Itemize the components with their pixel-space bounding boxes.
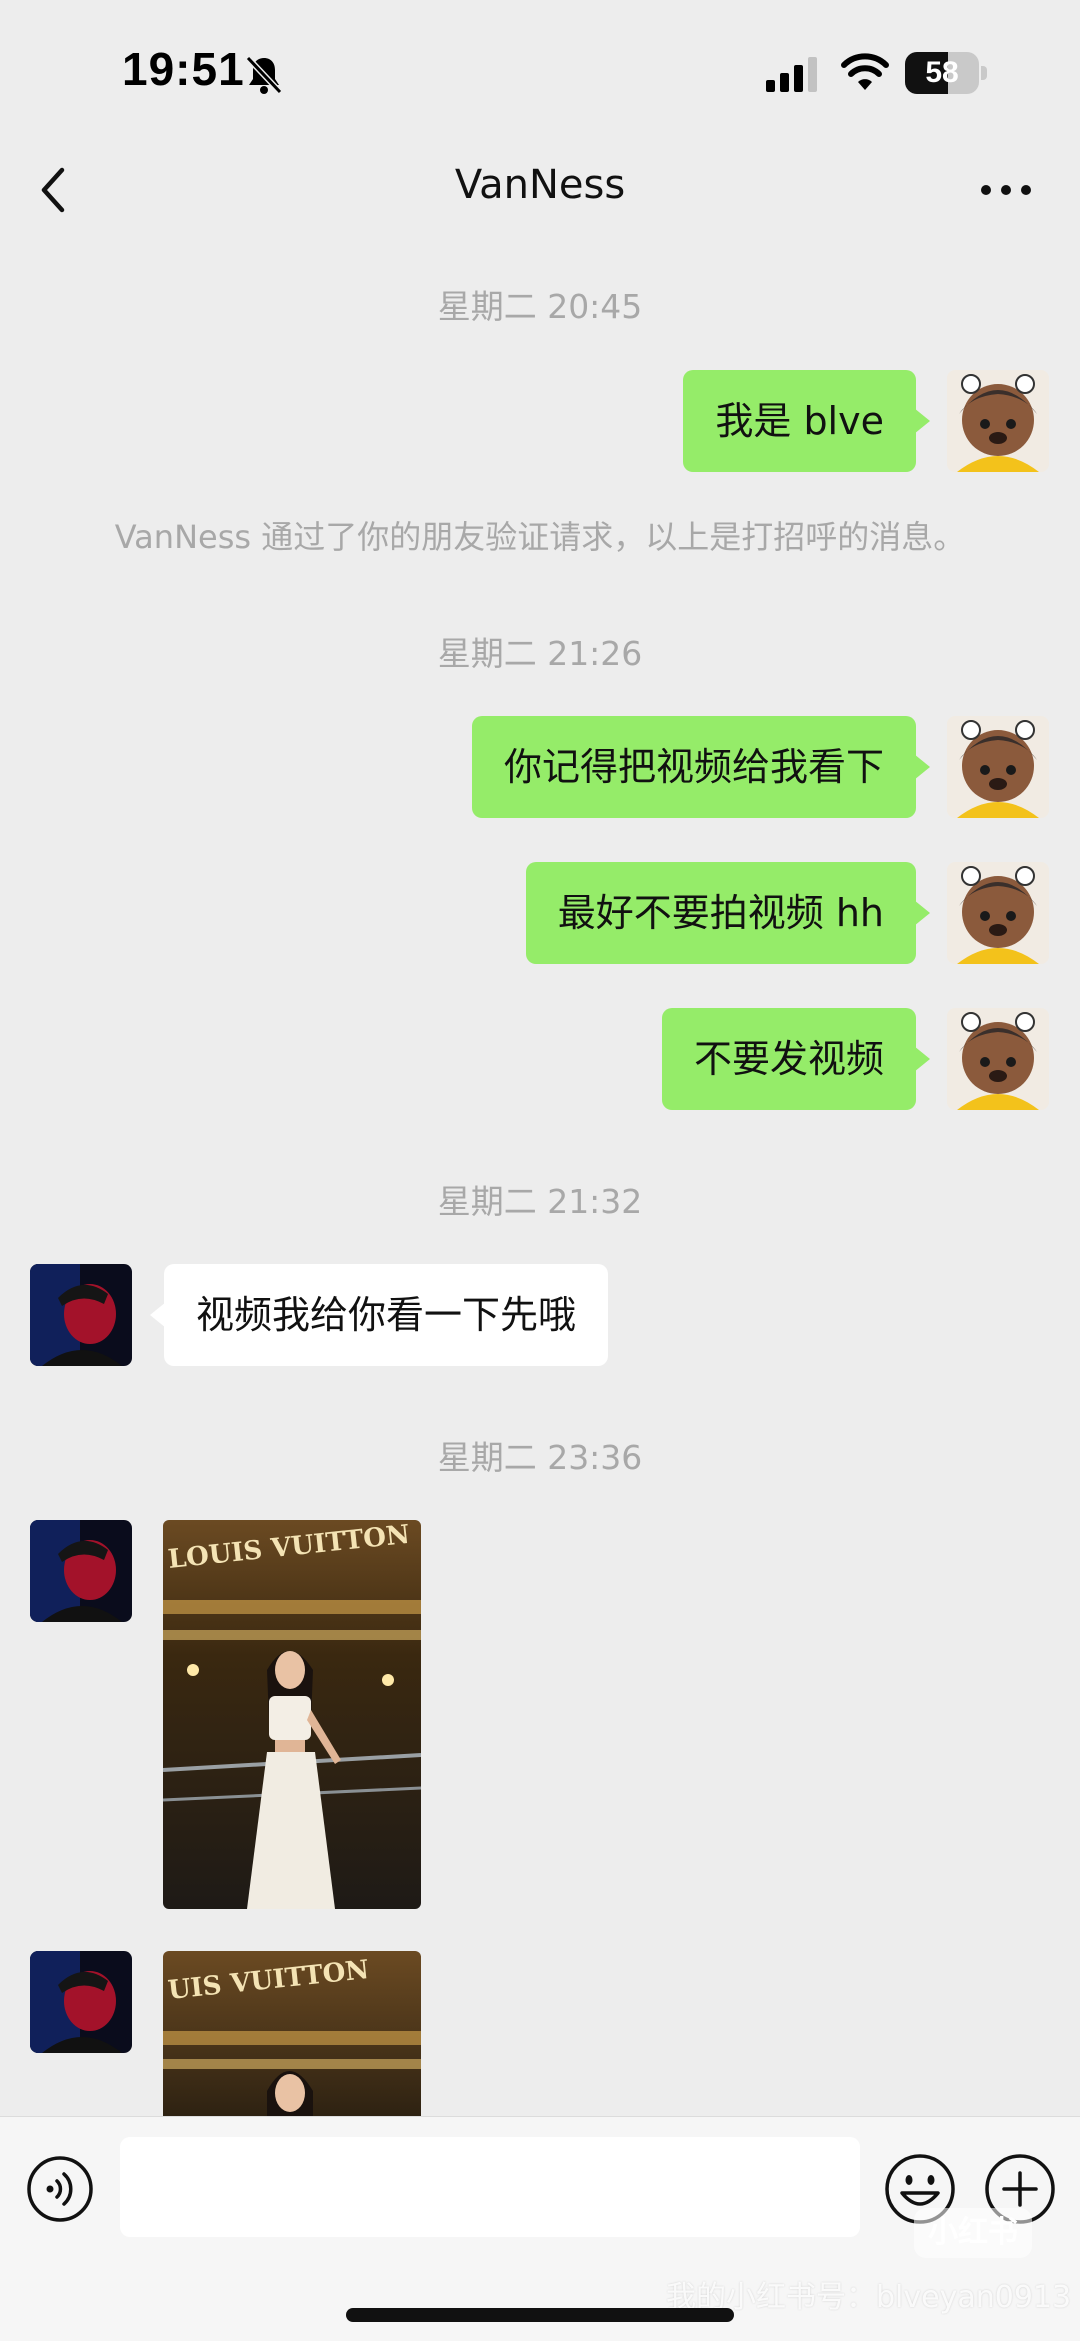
- voice-icon[interactable]: [26, 2155, 94, 2223]
- chat-header: VanNess: [0, 150, 1080, 230]
- chat-title[interactable]: VanNess: [0, 162, 1080, 208]
- dog-avatar-icon: [947, 862, 1049, 964]
- message-bubble-outgoing[interactable]: 我是 blve: [683, 370, 930, 472]
- avatar-contact[interactable]: [30, 1520, 132, 1622]
- status-time: 19:51: [122, 43, 245, 95]
- watermark-logo: 小红书: [914, 2208, 1032, 2258]
- more-icon[interactable]: [978, 166, 1034, 214]
- contact-avatar-icon: [30, 1264, 132, 1366]
- battery-icon: 58: [905, 52, 987, 94]
- photo-thumbnail: LOUIS VUITTON: [163, 1520, 421, 1909]
- wifi-icon: [841, 53, 889, 90]
- avatar-self[interactable]: [947, 370, 1049, 472]
- photo-thumbnail: UIS VUITTON: [163, 1951, 421, 2116]
- avatar-self[interactable]: [947, 1008, 1049, 1110]
- image-message[interactable]: LOUIS VUITTON: [163, 1520, 421, 1909]
- contact-avatar-icon: [30, 1951, 132, 2053]
- chat-screen: 19:51 58 VanNess 星期二 20:45 我是 blve VanNe…: [0, 0, 1080, 2341]
- timestamp: 星期二 21:26: [437, 634, 643, 673]
- system-note: VanNess 通过了你的朋友验证请求，以上是打招呼的消息。: [114, 518, 966, 556]
- image-message[interactable]: UIS VUITTON: [163, 1951, 421, 2116]
- dog-avatar-icon: [947, 716, 1049, 818]
- contact-avatar-icon: [30, 1520, 132, 1622]
- timestamp: 星期二 21:32: [437, 1182, 643, 1221]
- battery-percent: 58: [925, 56, 959, 89]
- dog-avatar-icon: [947, 370, 1049, 472]
- message-input[interactable]: [120, 2137, 860, 2237]
- signal-icon: [766, 57, 817, 92]
- avatar-self[interactable]: [947, 716, 1049, 818]
- avatar-self[interactable]: [947, 862, 1049, 964]
- message-bubble-outgoing[interactable]: 不要发视频: [661, 1008, 931, 1110]
- dog-avatar-icon: [947, 1008, 1049, 1110]
- status-bar: 19:51 58: [0, 0, 1080, 140]
- message-bubble-incoming[interactable]: 视频我给你看一下先哦: [149, 1264, 609, 1366]
- bell-muted-icon: [245, 55, 283, 95]
- avatar-contact[interactable]: [30, 1951, 132, 2053]
- avatar-contact[interactable]: [30, 1264, 132, 1366]
- timestamp: 星期二 23:36: [437, 1438, 643, 1477]
- message-bubble-outgoing[interactable]: 你记得把视频给我看下: [471, 716, 931, 818]
- message-bubble-outgoing[interactable]: 最好不要拍视频 hh: [525, 862, 931, 964]
- timestamp: 星期二 20:45: [437, 287, 643, 326]
- home-indicator[interactable]: [346, 2308, 734, 2322]
